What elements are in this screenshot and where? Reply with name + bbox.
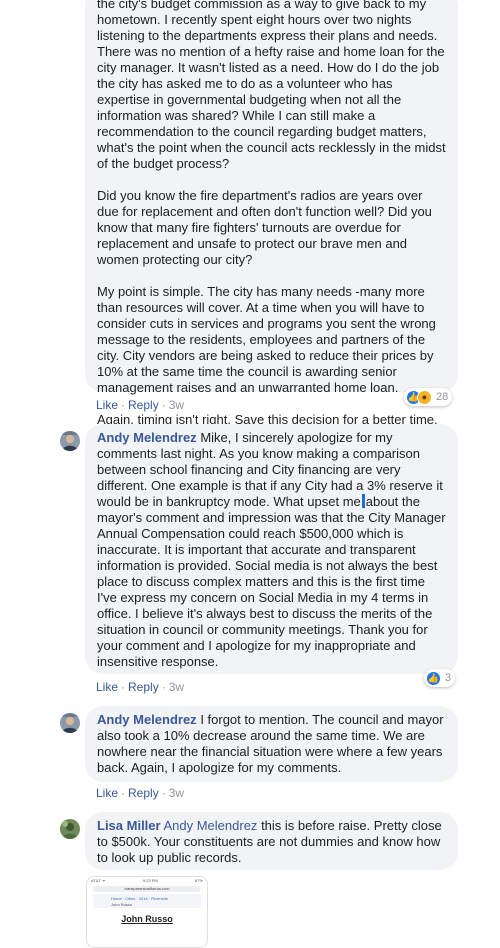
reaction-count: 28 (436, 391, 449, 403)
like-icon: 👍 (426, 670, 441, 686)
breadcrumb-sub: John Russo (111, 902, 133, 907)
comment-text: Lisa Miller Andy Melendrez this is befor… (97, 818, 442, 865)
comment-text: Did you know the fire department's radio… (97, 188, 432, 267)
comment-text: the city's budget commission as a way to… (97, 0, 446, 171)
like-button[interactable]: Like (96, 786, 118, 800)
timestamp[interactable]: 3w (169, 680, 184, 694)
url-bar: transparentcalifornia.com (93, 886, 201, 892)
wow-icon: ● (417, 389, 432, 405)
phone-status-bar: AT&T ᯤ 9:23 PM 87% (91, 878, 203, 883)
reaction-count: 3 (445, 672, 452, 684)
comment-bubble-3: Andy Melendrez I forgot to mention. The … (85, 706, 458, 782)
comment-text: Andy Melendrez Mike, I sincerely apologi… (97, 430, 446, 669)
text-cursor (361, 494, 365, 508)
comment-author[interactable]: Andy Melendrez (97, 430, 197, 445)
attachment-image[interactable]: AT&T ᯤ 9:23 PM 87% transparentcalifornia… (86, 876, 208, 948)
reaction-summary[interactable]: 👍 3 (424, 669, 456, 687)
like-button[interactable]: Like (96, 680, 118, 694)
avatar[interactable] (60, 819, 80, 839)
comment-actions: Like · Reply · 3w (96, 680, 185, 694)
comment-author[interactable]: Lisa Miller (97, 818, 161, 833)
mention-link[interactable]: Andy Melendrez (163, 818, 257, 833)
avatar[interactable] (60, 713, 80, 733)
reply-button[interactable]: Reply (128, 786, 159, 800)
comment-actions: Like · Reply · 3w (96, 398, 185, 412)
comment-text: My point is simple. The city has many ne… (97, 284, 436, 395)
reaction-summary[interactable]: 👍 ● 28 (404, 388, 453, 406)
comment-text: Andy Melendrez I forgot to mention. The … (97, 712, 444, 775)
timestamp[interactable]: 3w (169, 398, 184, 412)
like-button[interactable]: Like (96, 398, 118, 412)
breadcrumb: Home · Cities · 2016 · Riverside John Ru… (93, 894, 201, 908)
reply-button[interactable]: Reply (128, 398, 159, 412)
comment-author[interactable]: Andy Melendrez (97, 712, 197, 727)
avatar[interactable] (60, 431, 80, 451)
comment-actions: Like · Reply · 3w (96, 786, 185, 800)
comment-bubble-4: Lisa Miller Andy Melendrez this is befor… (85, 812, 458, 870)
comment-bubble-2: Andy Melendrez Mike, I sincerely apologi… (85, 424, 458, 674)
comment-bubble-1: the city's budget commission as a way to… (85, 0, 458, 427)
reply-button[interactable]: Reply (128, 680, 159, 694)
page-heading: John Russo (121, 914, 173, 924)
timestamp[interactable]: 3w (169, 786, 184, 800)
